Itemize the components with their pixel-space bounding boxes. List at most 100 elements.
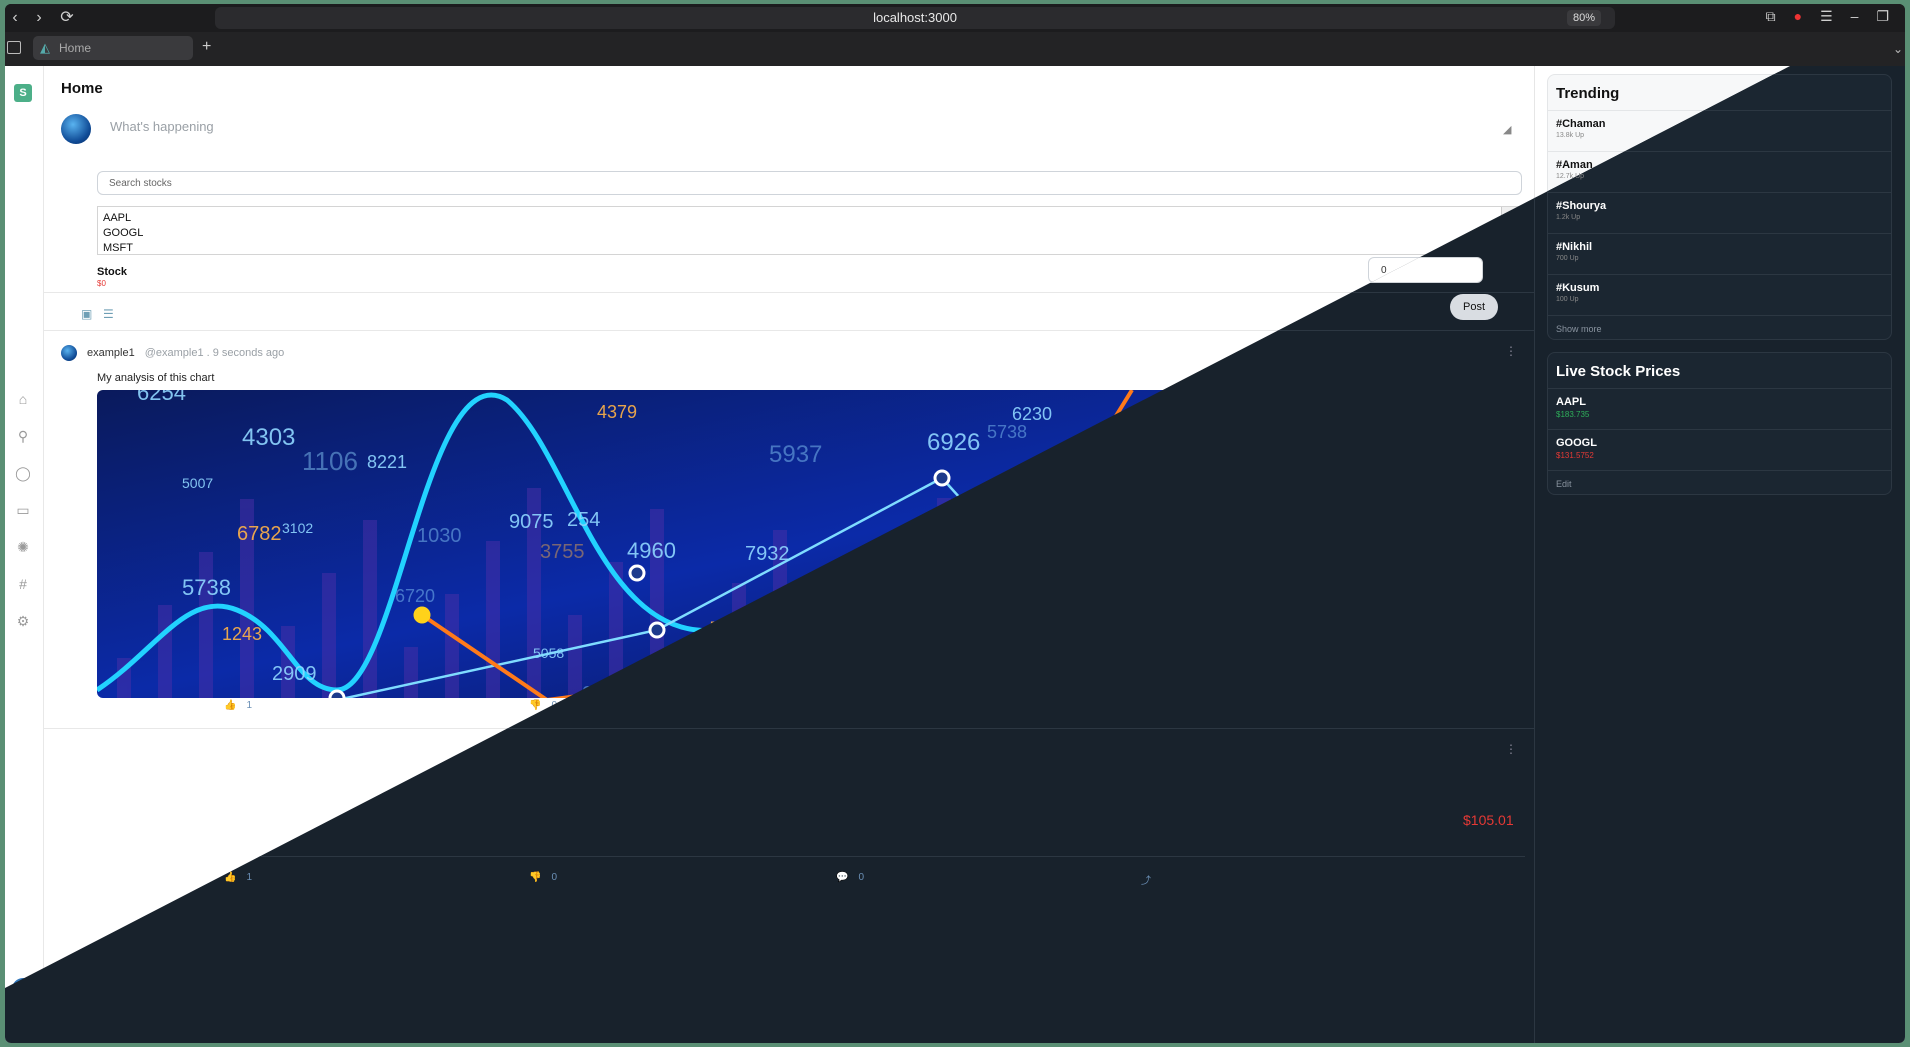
chevron-down-icon[interactable]: ⌄ — [1893, 42, 1903, 56]
resize-handle-icon[interactable]: ◢ — [1503, 123, 1515, 136]
post-meta: @example1 . 9 seconds ago — [144, 347, 285, 359]
minimize-icon[interactable]: – — [1851, 8, 1859, 25]
live-price-item[interactable]: GOOGL $131.5752 — [1548, 430, 1891, 471]
stock-option[interactable]: GOOGL — [98, 226, 1521, 241]
search-stocks-input[interactable]: Search stocks — [97, 171, 1522, 195]
menu-icon[interactable]: ☰ — [1820, 8, 1833, 25]
chart-image-number: 6230 — [1012, 404, 1052, 424]
share-button[interactable]: ⤴ — [1141, 872, 1151, 887]
extensions-icon[interactable]: ⧉ — [1766, 8, 1776, 25]
chart-image-point — [628, 564, 646, 582]
chart-image-number: 9075 — [509, 511, 554, 533]
more-options-icon[interactable]: ⋮ — [1505, 344, 1517, 358]
like-button[interactable]: 👍 1 — [224, 700, 252, 711]
sidebar-toggle-icon[interactable] — [7, 41, 21, 54]
price-ticker: GOOGL — [1556, 437, 1597, 449]
chart-image-number: 7932 — [745, 543, 790, 565]
chart-image-candle — [404, 647, 418, 698]
live-price-item[interactable]: AAPL $183.735 — [1548, 389, 1891, 430]
like-button[interactable]: 👍 1 — [224, 872, 252, 883]
compose-avatar — [61, 114, 91, 144]
trending-tag: #Shourya — [1556, 200, 1607, 212]
trending-item[interactable]: #Shourya 1.2k Up — [1548, 193, 1891, 234]
chart-image-number: 6782 — [237, 523, 282, 545]
tab-strip: ◭ Home + ⌄ — [5, 32, 1905, 66]
chat-icon[interactable]: ◯ — [14, 464, 32, 482]
app-logo-icon[interactable]: S — [14, 84, 32, 102]
image-upload-icon[interactable]: ▣ — [81, 307, 95, 321]
browser-toolbar: ‹ › ⟳ localhost:3000 80% ⧉ ● ☰ – ❐ — [5, 4, 1905, 32]
home-icon[interactable]: ⌂ — [14, 390, 32, 408]
chart-image-number: 6254 — [137, 390, 186, 405]
chart-image-number: 2909 — [272, 663, 317, 685]
address-bar[interactable]: localhost:3000 80% — [215, 7, 1615, 29]
url-text: localhost:3000 — [873, 10, 957, 25]
browser-window: ‹ › ⟳ localhost:3000 80% ⧉ ● ☰ – ❐ ◭ Hom… — [5, 4, 1905, 1043]
post-text: My analysis of this chart — [97, 372, 215, 384]
search-icon[interactable]: ⚲ — [14, 427, 32, 445]
show-more-link[interactable]: Show more — [1548, 316, 1891, 339]
back-icon[interactable]: ‹ — [5, 8, 25, 28]
zoom-level[interactable]: 80% — [1566, 10, 1601, 26]
chart-image-number: 6926 — [927, 429, 980, 456]
thumbs-up-icon: 👍 — [224, 700, 237, 711]
comment-icon: 💬 — [836, 872, 849, 883]
more-options-icon[interactable]: ⋮ — [1505, 742, 1517, 756]
settings-icon[interactable]: ⚙ — [14, 612, 32, 630]
chart-image-number: 5007 — [182, 475, 213, 491]
live-prices-card: Live Stock Prices AAPL $183.735 GOOGL $131… — [1547, 352, 1892, 495]
chart-image-candle — [568, 615, 582, 698]
chart-image-candle — [445, 594, 459, 698]
side-navigation: S ⌂ ⚲ ◯ ▭ ✺ # ⚙ — [5, 66, 44, 1043]
price-ticker: AAPL — [1556, 396, 1586, 408]
forward-icon[interactable]: › — [29, 8, 49, 28]
hashtag-icon[interactable]: # — [14, 575, 32, 593]
chart-image-number: 1030 — [417, 525, 462, 547]
divider — [44, 292, 1534, 293]
share-icon: ⤴ — [1141, 876, 1151, 887]
chart-image-point — [933, 469, 951, 487]
community-icon[interactable]: ✺ — [14, 538, 32, 556]
dislike-button[interactable]: 👎 0 — [529, 872, 557, 883]
chart-image-number: 5738 — [182, 575, 231, 600]
price-value: $183.735 — [1556, 410, 1590, 419]
new-tab-button[interactable]: + — [202, 38, 211, 56]
chart-image-number: 4960 — [627, 538, 676, 563]
divider — [1534, 66, 1535, 1043]
chart-image-point — [413, 606, 431, 624]
stock-select-list[interactable]: AAPL GOOGL MSFT — [97, 206, 1522, 255]
reload-icon[interactable]: ⟳ — [57, 8, 77, 28]
shield-icon[interactable]: ● — [1794, 8, 1802, 25]
post-actions: 👍 1 👎 0 💬 0 ⤴ — [5, 872, 1534, 887]
stock-attach-icon[interactable]: ☰ — [103, 307, 117, 321]
chart-image-number: 3755 — [540, 541, 585, 563]
compose-textarea[interactable]: What's happening — [110, 119, 214, 134]
chart-image-number: 4379 — [597, 402, 637, 422]
edit-link[interactable]: Edit — [1548, 471, 1891, 494]
stock-option[interactable]: MSFT — [98, 241, 1521, 254]
trending-count: 100 Up — [1556, 296, 1579, 303]
chart-image-point — [648, 621, 666, 639]
post-author[interactable]: example1 — [87, 347, 135, 359]
post-avatar[interactable] — [61, 345, 77, 361]
chart-image-number: 1243 — [222, 624, 262, 644]
restore-icon[interactable]: ❐ — [1876, 8, 1889, 25]
tab-home[interactable]: ◭ Home — [33, 36, 193, 60]
dislike-count: 0 — [551, 872, 558, 883]
thumbs-down-icon: 👎 — [529, 700, 542, 711]
comment-button[interactable]: 💬 0 — [836, 872, 864, 883]
chart-image-number: 6720 — [395, 586, 435, 606]
chart-image-number: 8221 — [367, 452, 407, 472]
chart-image-number: 1106 — [302, 446, 358, 476]
inbox-icon[interactable]: ▭ — [14, 501, 32, 519]
app-page: S ⌂ ⚲ ◯ ▭ ✺ # ⚙ Home What's happening ◢ … — [5, 66, 1905, 1043]
chart-image-candle — [199, 552, 213, 698]
stock-option[interactable]: AAPL — [98, 211, 1521, 226]
chart-image-point — [328, 689, 346, 698]
trending-item[interactable]: #Nikhil 700 Up — [1548, 234, 1891, 275]
trending-item[interactable]: #Kusum 100 Up — [1548, 275, 1891, 316]
chart-image-candle — [363, 520, 377, 698]
post-button[interactable]: Post — [1450, 294, 1498, 320]
stock-label: Stock — [97, 266, 127, 278]
like-count: 1 — [246, 872, 253, 883]
